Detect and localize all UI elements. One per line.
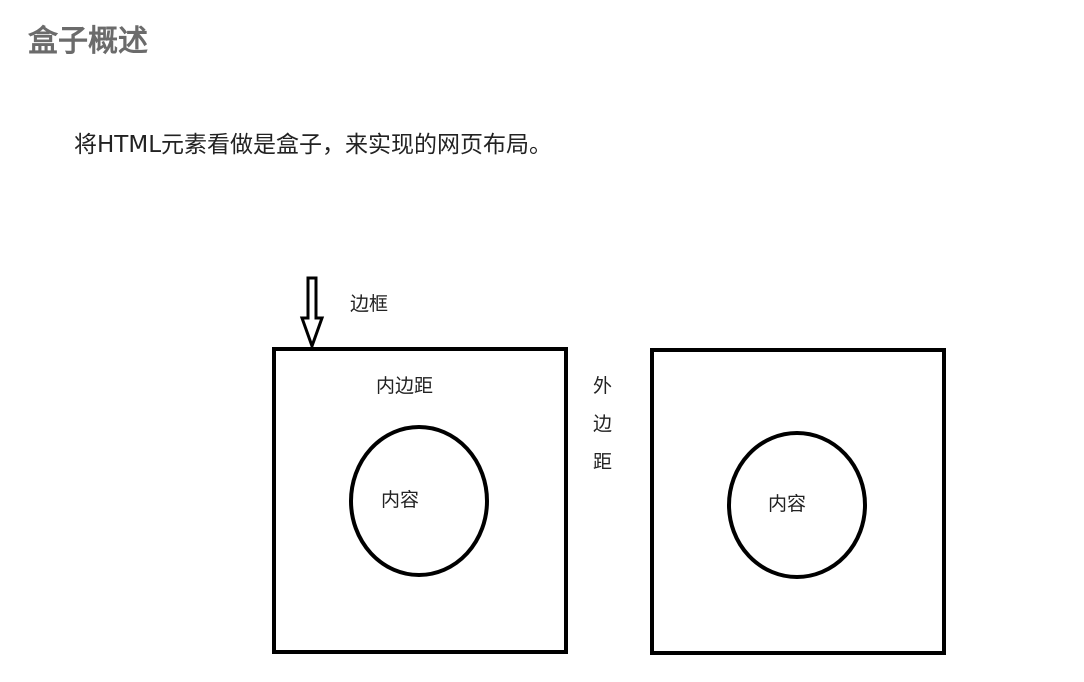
border-label: 边框: [350, 293, 388, 315]
border-arrow: [299, 276, 325, 351]
box-model-diagram: 边框 内边距 内容 外 边 距 内容: [272, 276, 946, 655]
right-content-label: 内容: [768, 493, 806, 515]
left-content-label: 内容: [381, 489, 419, 511]
margin-label-char-3: 距: [593, 451, 612, 473]
margin-label-char-1: 外: [593, 375, 612, 397]
padding-label: 内边距: [376, 375, 433, 397]
margin-label-char-2: 边: [593, 413, 612, 435]
